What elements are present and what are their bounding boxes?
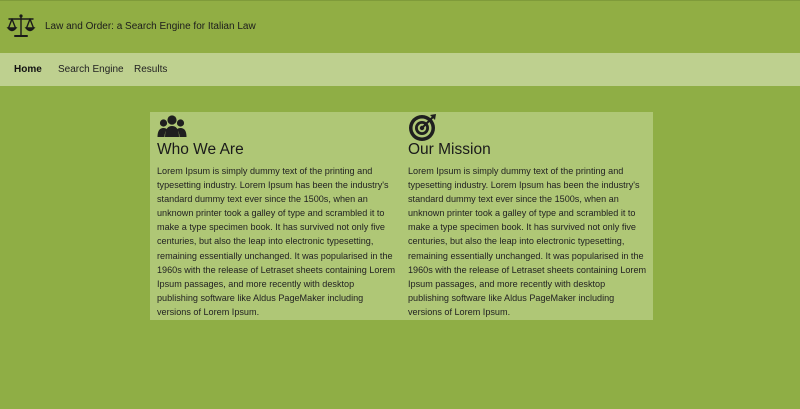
info-card: Who We Are Lorem Ipsum is simply dummy t… bbox=[150, 112, 653, 320]
section-body: Lorem Ipsum is simply dummy text of the … bbox=[157, 166, 396, 317]
section-title: Our Mission bbox=[408, 141, 491, 158]
target-icon bbox=[408, 114, 438, 141]
app-title: Law and Order: a Search Engine for Itali… bbox=[45, 21, 256, 32]
site-header: Law and Order: a Search Engine for Itali… bbox=[0, 0, 800, 53]
section-body: Lorem Ipsum is simply dummy text of the … bbox=[408, 166, 647, 317]
section-title: Who We Are bbox=[157, 141, 244, 158]
users-icon bbox=[157, 114, 187, 140]
main-nav: Home Search Engine Results bbox=[0, 53, 800, 86]
nav-item-results[interactable]: Results bbox=[134, 64, 167, 75]
nav-item-search-engine[interactable]: Search Engine bbox=[58, 64, 124, 75]
scales-of-justice-icon[interactable] bbox=[6, 13, 36, 39]
nav-item-home[interactable]: Home bbox=[14, 64, 42, 75]
